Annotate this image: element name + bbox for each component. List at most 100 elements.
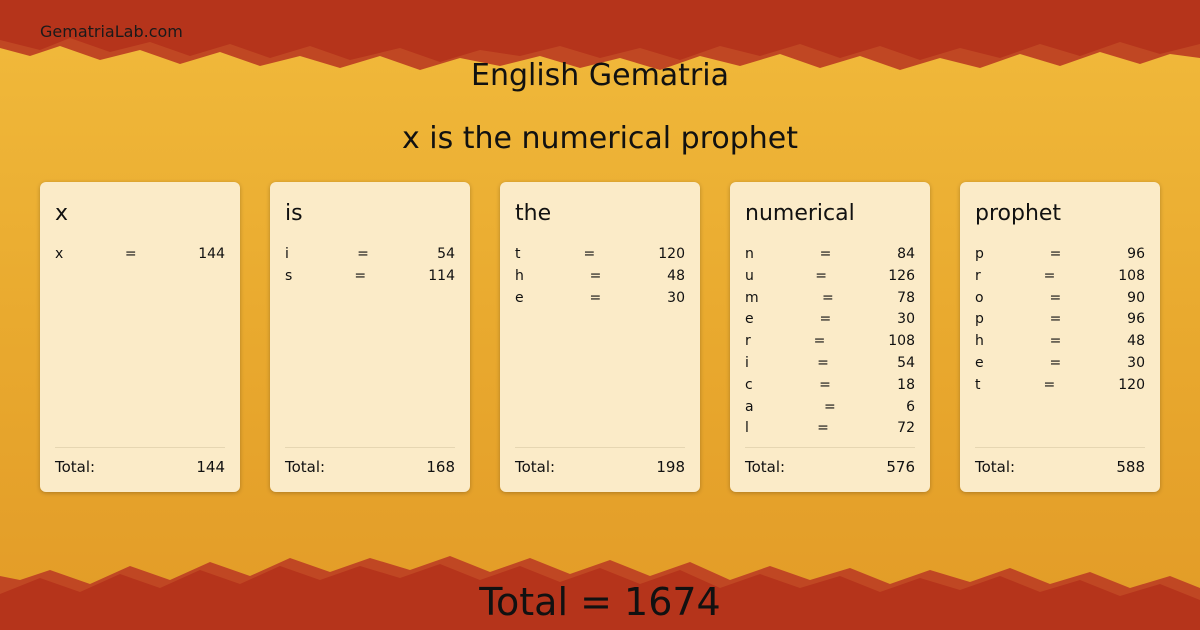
letter-row: h = 48 <box>515 267 685 289</box>
card-word: is <box>285 201 303 226</box>
equals-sign: = <box>357 246 369 262</box>
letter-char: h <box>975 333 984 350</box>
letter-char: r <box>745 333 751 350</box>
word-cards: x x = 144 Total: 144 is i = 54 s = 114 Total: 1… <box>40 182 1160 492</box>
letter-row: e = 30 <box>745 310 915 332</box>
letter-char: r <box>975 267 981 284</box>
card-total-value: 144 <box>196 458 225 476</box>
letter-char: p <box>975 311 984 328</box>
letter-value: 96 <box>1127 246 1145 262</box>
card-total-row: Total: 144 <box>55 458 225 476</box>
letter-row: o = 90 <box>975 289 1145 311</box>
card-total-label: Total: <box>285 458 326 476</box>
letter-value: 48 <box>1127 333 1145 350</box>
letter-value: 96 <box>1127 311 1145 328</box>
grand-total: Total = 1674 <box>479 580 721 624</box>
letter-row: m = 78 <box>745 289 915 311</box>
equals-sign: = <box>1049 289 1062 306</box>
equals-sign: = <box>354 267 367 284</box>
card-total-label: Total: <box>975 458 1016 476</box>
equals-sign: = <box>1049 333 1062 350</box>
card-word: x <box>55 201 69 226</box>
letter-value: 30 <box>1127 354 1145 371</box>
letter-char: t <box>515 246 521 262</box>
letter-row: a = 6 <box>745 398 915 420</box>
letter-value: 114 <box>428 267 455 284</box>
letter-row: u = 126 <box>745 267 915 289</box>
equals-sign: = <box>1049 246 1062 262</box>
page-title: English Gematria <box>471 58 729 93</box>
letter-row: t = 120 <box>515 245 685 267</box>
letter-char: i <box>285 246 289 262</box>
letter-value: 78 <box>897 289 915 306</box>
equals-sign: = <box>1043 267 1056 284</box>
letter-value: 18 <box>897 376 915 393</box>
letter-value: 54 <box>897 354 915 371</box>
letter-char: e <box>745 311 754 328</box>
letter-row: p = 96 <box>975 310 1145 332</box>
letter-value: 54 <box>437 246 455 262</box>
word-card: x x = 144 Total: 144 <box>40 182 240 492</box>
letter-value: 108 <box>888 333 915 350</box>
letter-row: h = 48 <box>975 332 1145 354</box>
card-divider <box>285 447 455 448</box>
card-total-row: Total: 576 <box>745 458 915 476</box>
letter-char: e <box>515 289 524 306</box>
letter-value: 84 <box>897 246 915 262</box>
equals-sign: = <box>583 246 596 262</box>
equals-sign: = <box>817 354 829 371</box>
letter-list: i = 54 s = 114 <box>285 245 455 289</box>
letter-row: c = 18 <box>745 376 915 398</box>
site-name[interactable]: GematriaLab.com <box>40 22 183 41</box>
equals-sign: = <box>819 311 832 328</box>
card-word: the <box>515 201 552 226</box>
letter-row: e = 30 <box>515 289 685 311</box>
letter-char: a <box>745 398 754 415</box>
letter-row: e = 30 <box>975 354 1145 376</box>
letter-value: 30 <box>897 311 915 328</box>
equals-sign: = <box>124 246 137 262</box>
letter-row: r = 108 <box>745 332 915 354</box>
letter-value: 120 <box>1118 376 1145 393</box>
word-card: the t = 120 h = 48 e = 30 Total: 198 <box>500 182 700 492</box>
card-total-label: Total: <box>745 458 786 476</box>
letter-char: m <box>745 289 759 306</box>
letter-list: x = 144 <box>55 245 225 267</box>
letter-char: i <box>745 354 749 371</box>
letter-value: 108 <box>1118 267 1145 284</box>
word-card: is i = 54 s = 114 Total: 168 <box>270 182 470 492</box>
letter-value: 126 <box>888 267 915 284</box>
equals-sign: = <box>817 420 829 437</box>
letter-char: h <box>515 267 524 284</box>
letter-char: x <box>55 246 64 262</box>
card-total-label: Total: <box>515 458 556 476</box>
card-total-value: 198 <box>656 458 685 476</box>
letter-row: l = 72 <box>745 419 915 441</box>
equals-sign: = <box>813 333 826 350</box>
letter-value: 30 <box>667 289 685 306</box>
letter-row: r = 108 <box>975 267 1145 289</box>
letter-char: p <box>975 246 984 262</box>
word-card: prophet p = 96 r = 108 o = 90 p = 96 h = 48 e = 30 t = 120 T… <box>960 182 1160 492</box>
equals-sign: = <box>1043 376 1056 393</box>
card-total-label: Total: <box>55 458 96 476</box>
equals-sign: = <box>815 267 827 284</box>
letter-char: s <box>285 267 293 284</box>
letter-value: 6 <box>906 398 915 415</box>
card-divider <box>515 447 685 448</box>
letter-char: e <box>975 354 984 371</box>
letter-row: n = 84 <box>745 245 915 267</box>
card-word: numerical <box>745 201 855 226</box>
letter-list: n = 84 u = 126 m = 78 e = 30 r = 108 i = 54 c = 18 a = 6 l = 72 <box>745 245 915 441</box>
letter-row: i = 54 <box>745 354 915 376</box>
card-total-value: 588 <box>1116 458 1145 476</box>
word-card: numerical n = 84 u = 126 m = 78 e = 30 r = 108 i = 54 c = 18… <box>730 182 930 492</box>
equals-sign: = <box>589 289 602 306</box>
equals-sign: = <box>823 398 836 415</box>
letter-row: t = 120 <box>975 376 1145 398</box>
equals-sign: = <box>1049 311 1062 328</box>
equals-sign: = <box>819 246 832 262</box>
letter-char: l <box>745 420 749 437</box>
letter-value: 72 <box>897 420 915 437</box>
letter-char: u <box>745 267 754 284</box>
